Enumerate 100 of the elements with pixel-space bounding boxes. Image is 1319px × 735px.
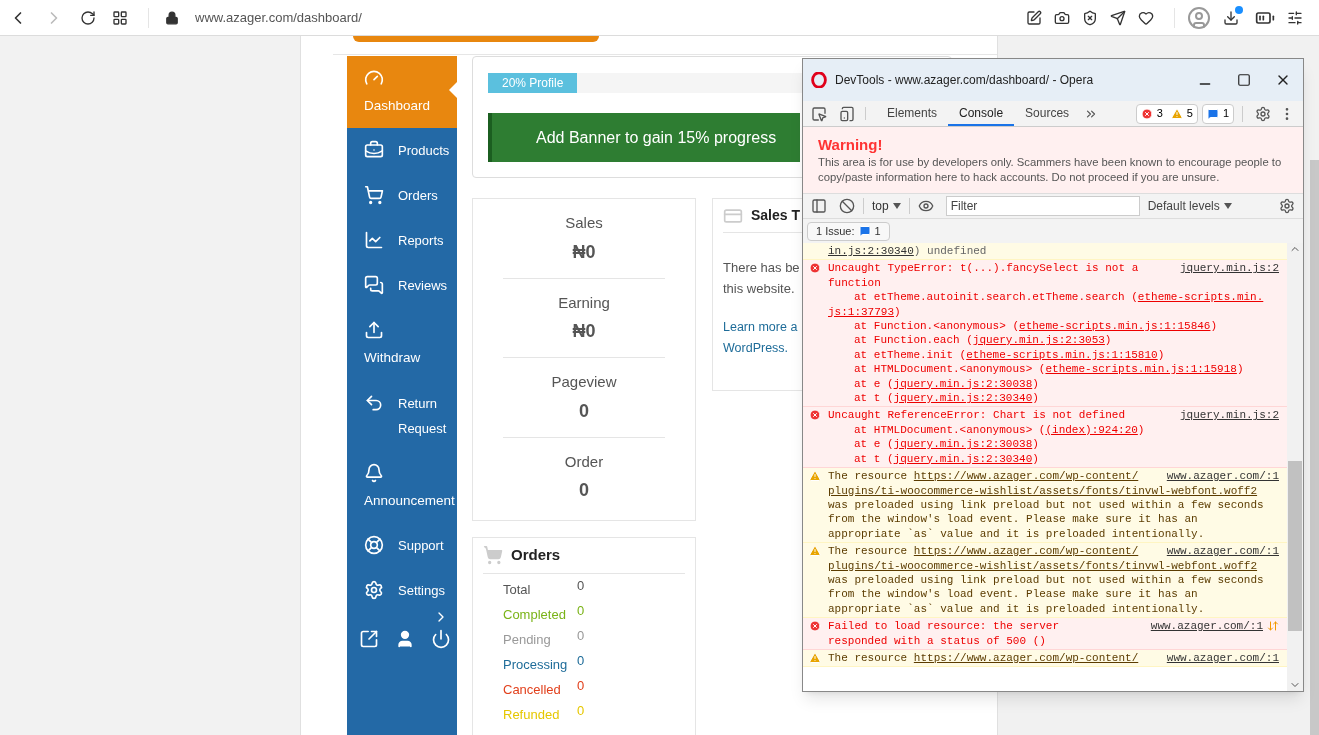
- warning-icon: [809, 470, 821, 483]
- warning-icon: [809, 651, 821, 664]
- settings-icon[interactable]: [1255, 105, 1271, 122]
- console-text: Uncaught ReferenceError: Chart is not defined: [828, 409, 1126, 422]
- download-icon[interactable]: [1223, 7, 1243, 28]
- devtools-tab[interactable]: Elements: [876, 101, 949, 126]
- window-title: DevTools - www.azager.com/dashboard/ - Opera: [835, 72, 1094, 89]
- source-link[interactable]: js:1:37793: [828, 305, 894, 318]
- source-link[interactable]: https://www.azager.com/wp-content/: [913, 545, 1139, 558]
- learn-more-link[interactable]: WordPress.: [723, 338, 789, 359]
- source-link[interactable]: jquery.min.js:2:30038: [893, 438, 1033, 451]
- console-text: at Function.<anonymous> (etheme-scripts.min.js:1:15846): [854, 320, 1218, 333]
- sidebar-label: Announcement: [364, 492, 455, 508]
- console-text: from the window's load event. Please make sure it has an: [828, 513, 1198, 526]
- maximize-icon[interactable]: [1237, 73, 1251, 87]
- sidebar-item[interactable]: Support: [347, 522, 457, 568]
- order-count: 0: [577, 577, 585, 596]
- send-icon[interactable]: [1110, 9, 1126, 26]
- console-text: js:1:37793): [828, 305, 901, 318]
- order-status: Processing: [503, 656, 569, 675]
- source-link[interactable]: www.azager.com/:1: [1166, 650, 1279, 666]
- sidebar-item[interactable]: Return Request: [347, 380, 457, 451]
- card-title: Sales T: [751, 206, 801, 225]
- stat-label: Order: [564, 451, 604, 472]
- selection-pointer: [449, 82, 457, 98]
- sidebar-item[interactable]: Products: [347, 128, 457, 174]
- source-link[interactable]: www.azager.com/:1: [1150, 619, 1263, 634]
- context-dropdown[interactable]: top: [872, 197, 901, 215]
- undo-icon: [364, 392, 384, 413]
- source-link[interactable]: etheme-scripts.min.: [1137, 291, 1264, 304]
- caret-icon: [892, 203, 901, 209]
- lifebuoy-icon: [364, 534, 384, 555]
- add-banner-button[interactable]: Add Banner to gain 15% progress: [488, 113, 800, 162]
- sidebar-item[interactable]: Orders: [347, 173, 457, 219]
- problem-counter[interactable]: 3 5: [1135, 103, 1198, 124]
- heart-icon[interactable]: [1138, 9, 1154, 26]
- edit-icon[interactable]: [1026, 9, 1042, 26]
- line-chart-icon: [364, 230, 384, 251]
- console-text: at HTMLDocument.<anonymous> ((index):924:20): [854, 423, 1145, 436]
- camera-icon[interactable]: [1054, 9, 1070, 26]
- sidebar-label: Orders: [398, 187, 438, 206]
- grid-icon[interactable]: [112, 9, 128, 26]
- filter-field[interactable]: Filter: [945, 196, 1140, 216]
- power-icon[interactable]: [431, 628, 451, 649]
- clear-console-icon[interactable]: [839, 198, 855, 214]
- sidebar-item[interactable]: Withdraw: [347, 308, 457, 381]
- issue-counter[interactable]: 1: [1201, 103, 1234, 124]
- source-link[interactable]: plugins/ti-woocommerce-wishlist/assets/fonts/tinvwl-webfont.woff2: [828, 559, 1258, 572]
- sidebar-toggle-icon[interactable]: [811, 198, 827, 214]
- avatar-icon[interactable]: [1187, 5, 1211, 30]
- reload-icon[interactable]: [80, 9, 96, 26]
- source-link[interactable]: etheme-scripts.min.js:1:15810: [966, 348, 1158, 361]
- external-link-icon[interactable]: [359, 628, 379, 649]
- upload-icon: [364, 320, 384, 341]
- source-link[interactable]: in.js:2:30340: [828, 245, 914, 257]
- eye-icon[interactable]: [917, 198, 934, 214]
- order-status: Completed: [503, 606, 567, 625]
- order-count: 0: [577, 627, 585, 646]
- source-link[interactable]: jquery.min.js:2:30038: [893, 377, 1033, 390]
- page-scrollbar[interactable]: [1310, 160, 1319, 735]
- source-link[interactable]: jquery.min.js:2:30340: [893, 392, 1033, 405]
- source-link[interactable]: plugins/ti-woocommerce-wishlist/assets/fonts/tinvwl-webfont.woff2: [828, 484, 1258, 497]
- source-link[interactable]: jquery.min.js:2: [1179, 261, 1279, 276]
- devtools-tab[interactable]: Sources: [1014, 101, 1081, 126]
- source-link[interactable]: https://www.azager.com/wp-content/: [913, 651, 1139, 664]
- sliders-icon[interactable]: [1287, 9, 1303, 26]
- sidebar-label: Reviews: [398, 277, 448, 296]
- source-link[interactable]: www.azager.com/:1: [1166, 469, 1279, 484]
- sidebar-label: Support: [398, 536, 444, 555]
- source-link[interactable]: jquery.min.js:2:30340: [893, 452, 1033, 465]
- device-icon[interactable]: [839, 105, 855, 122]
- settings-icon[interactable]: [1279, 198, 1295, 214]
- inspect-icon[interactable]: [811, 105, 827, 122]
- source-link[interactable]: jquery.min.js:2: [1179, 408, 1279, 423]
- learn-more-link[interactable]: Learn more a: [723, 317, 798, 338]
- opera-logo-icon: [811, 72, 827, 88]
- error-icon: [809, 262, 821, 275]
- source-link[interactable]: jquery.min.js:2:3053: [972, 334, 1105, 347]
- card-text: this website.: [723, 280, 795, 298]
- source-link[interactable]: www.azager.com/:1: [1166, 544, 1279, 559]
- levels-dropdown[interactable]: Default levels: [1147, 197, 1232, 215]
- issues-button[interactable]: 1 Issue: 1: [807, 221, 890, 241]
- source-link[interactable]: etheme-scripts.min.js:1:15918: [1045, 363, 1237, 376]
- settings-icon: [364, 579, 384, 600]
- user-icon[interactable]: [395, 628, 415, 649]
- source-link[interactable]: etheme-scripts.min.js:1:15846: [1019, 320, 1211, 333]
- card-text: There has be: [723, 259, 800, 277]
- sidebar-item[interactable]: Reviews: [347, 263, 457, 309]
- sidebar-item[interactable]: Settings: [347, 567, 457, 613]
- shield-icon[interactable]: [1082, 9, 1098, 26]
- sidebar-item[interactable]: Announcement: [347, 450, 457, 523]
- sidebar-item[interactable]: Reports: [347, 218, 457, 264]
- error-icon: [1140, 107, 1153, 120]
- sidebar-label: Settings: [398, 581, 445, 600]
- console-text: responded with a status of 500 (): [828, 634, 1046, 647]
- stat-label: Pageview: [551, 372, 617, 392]
- source-link[interactable]: https://www.azager.com/wp-content/: [913, 470, 1139, 483]
- source-link[interactable]: (index):924:20: [1045, 423, 1138, 436]
- address-bar[interactable]: www.azager.com/dashboard/: [195, 7, 362, 28]
- stat-value: ₦0: [572, 240, 596, 264]
